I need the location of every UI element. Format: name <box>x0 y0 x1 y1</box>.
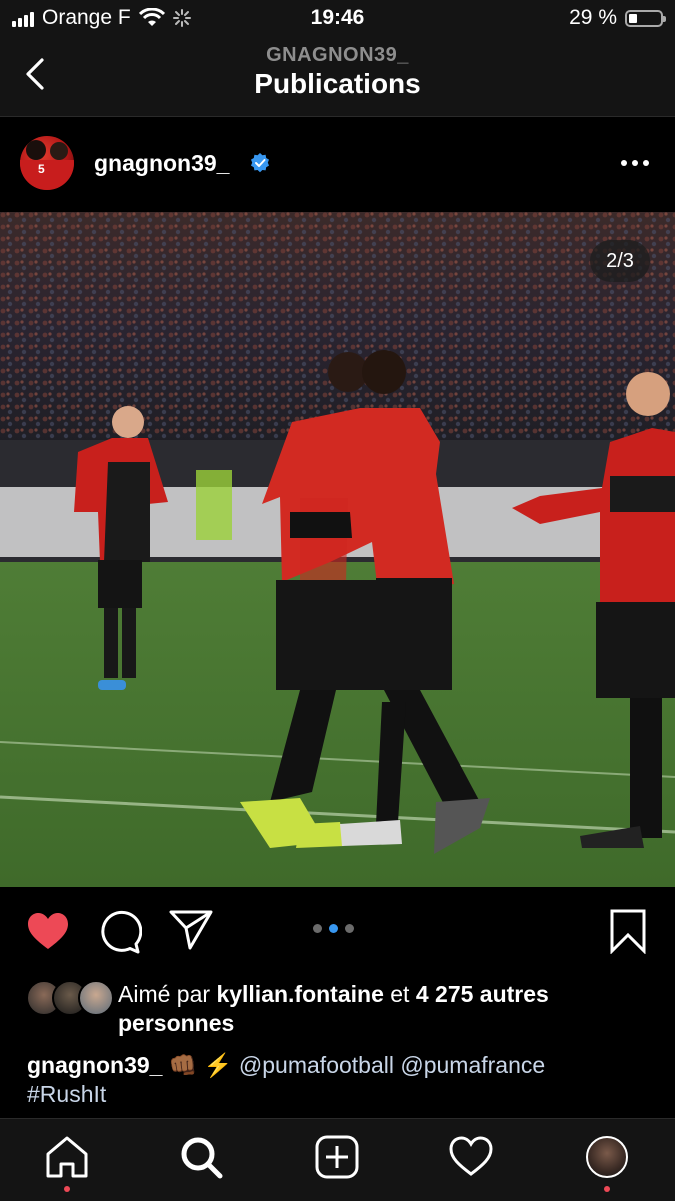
carousel-dot-active <box>329 924 338 933</box>
caption-emoji: 👊🏾 ⚡️ <box>168 1052 233 1078</box>
activity-heart-icon[interactable] <box>448 1134 494 1180</box>
comment-icon[interactable] <box>98 910 142 954</box>
carousel-dot <box>345 924 354 933</box>
page-title: Publications <box>254 68 421 99</box>
home-notification-dot <box>64 1186 70 1192</box>
profile-icon[interactable] <box>586 1136 628 1178</box>
battery-percent: 29 % <box>569 6 617 29</box>
battery-icon <box>625 9 666 27</box>
add-icon[interactable] <box>314 1134 360 1180</box>
post-caption: gnagnon39_ 👊🏾 ⚡️ @pumafootball @pumafran… <box>27 1051 647 1109</box>
likes-joiner: et <box>390 981 410 1007</box>
verified-icon <box>251 153 269 173</box>
home-icon[interactable] <box>44 1134 90 1180</box>
more-icon[interactable] <box>620 158 650 168</box>
header-username: GNAGNON39_ <box>266 44 409 66</box>
profile-notification-dot <box>604 1186 610 1192</box>
share-icon[interactable] <box>168 908 214 950</box>
likes-user[interactable]: kyllian.fontaine <box>216 981 383 1007</box>
likes-text[interactable]: Aimé par kyllian.fontaine et 4 275 autre… <box>118 980 638 1038</box>
search-icon[interactable] <box>178 1134 224 1180</box>
caption-mentions[interactable]: @pumafootball @pumafrance <box>239 1052 545 1078</box>
carousel-dots <box>313 924 354 933</box>
football-scene-image <box>0 212 675 887</box>
carousel-counter: 2/3 <box>590 240 650 282</box>
status-right: 29 % <box>569 6 666 30</box>
liker-avatar[interactable] <box>78 980 114 1016</box>
bookmark-icon[interactable] <box>608 908 648 954</box>
nav-header: GNAGNON39_ Publications <box>0 38 675 117</box>
heart-icon[interactable] <box>26 910 70 952</box>
caption-hashtag[interactable]: #RushIt <box>27 1081 106 1107</box>
caption-username[interactable]: gnagnon39_ <box>27 1052 162 1078</box>
avatar-jersey-number: 5 <box>38 162 45 176</box>
status-bar: Orange F 19:46 29 % <box>0 0 675 38</box>
likes-prefix: Aimé par <box>118 981 211 1007</box>
carousel-dot <box>313 924 322 933</box>
post-photo[interactable] <box>0 212 675 887</box>
avatar[interactable]: 5 <box>20 136 74 190</box>
post-username[interactable]: gnagnon39_ <box>94 150 229 177</box>
